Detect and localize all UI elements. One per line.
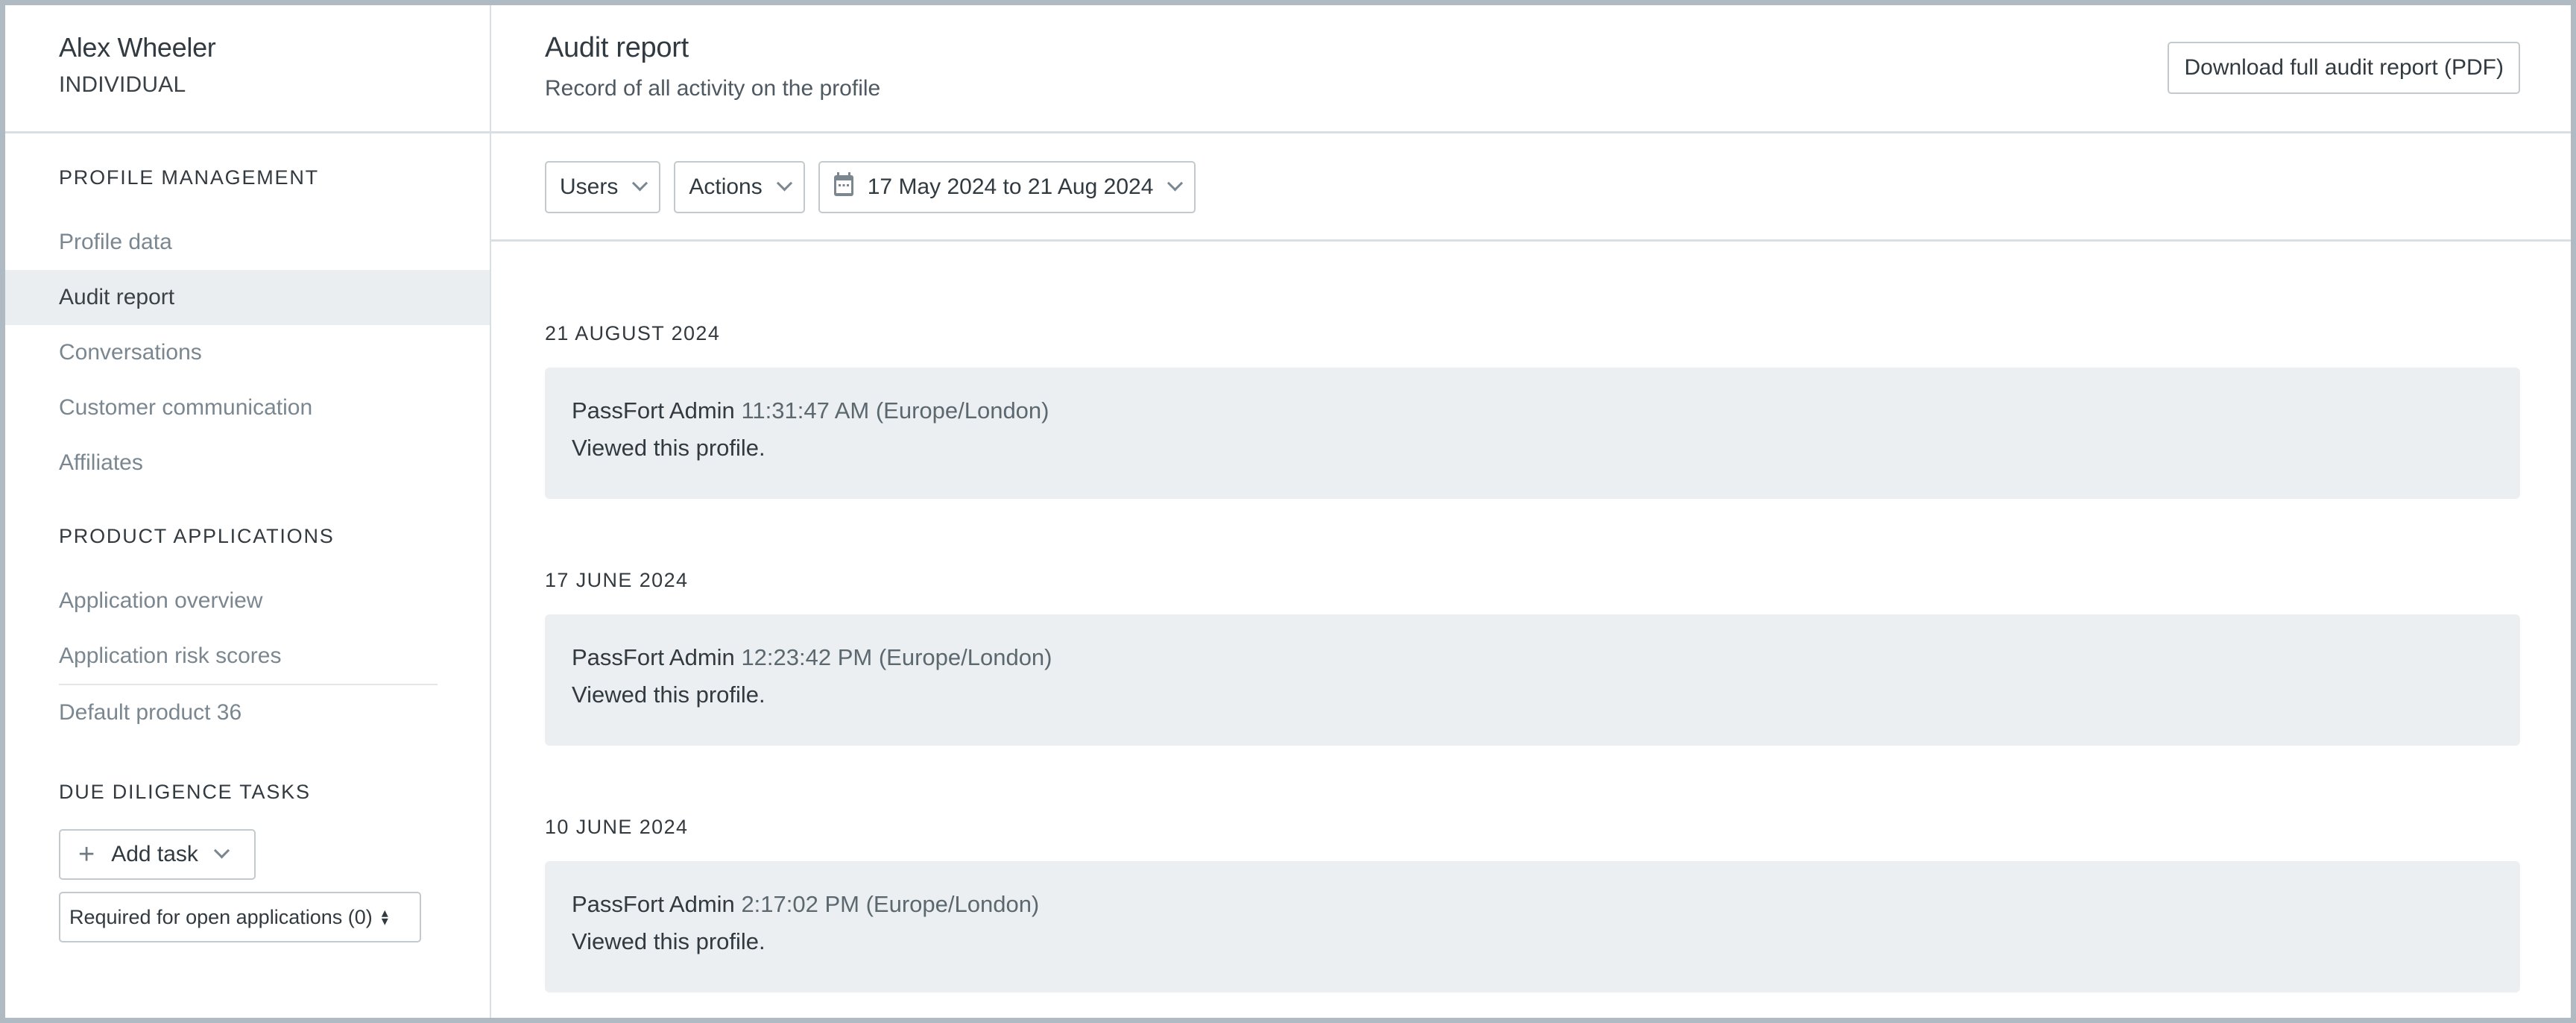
date-heading: 21 AUGUST 2024 <box>545 322 721 344</box>
download-pdf-button[interactable]: Download full audit report (PDF) <box>2168 42 2520 94</box>
sort-updown-icon: ▴ ▾ <box>381 905 388 928</box>
entry-user: PassFort Admin <box>572 891 735 917</box>
users-filter-label: Users <box>560 174 619 199</box>
section-title-due-diligence: DUE DILIGENCE TASKS <box>59 781 311 803</box>
audit-entries: 21 AUGUST 2024 PassFort Admin 11:31:47 A… <box>491 242 2571 992</box>
entry-action: Viewed this profile. <box>572 682 765 708</box>
sidebar-item-default-product[interactable]: Default product 36 <box>5 685 490 740</box>
entry-user: PassFort Admin <box>572 644 735 670</box>
entry-timestamp: 11:31:47 AM (Europe/London) <box>741 397 1049 424</box>
sidebar-item-profile-data[interactable]: Profile data <box>5 215 490 270</box>
audit-group: 17 JUNE 2024 PassFort Admin 12:23:42 PM … <box>545 569 2520 746</box>
entry-meta: PassFort Admin 2:17:02 PM (Europe/London… <box>572 891 2520 918</box>
sidebar-nav: PROFILE MANAGEMENT Profile data Audit re… <box>5 133 490 942</box>
chevron-down-icon <box>776 174 792 191</box>
sidebar-item-audit-report[interactable]: Audit report <box>5 270 490 325</box>
chevron-down-icon <box>632 174 648 191</box>
sidebar-item-application-risk-scores[interactable]: Application risk scores <box>5 629 490 684</box>
entry-meta: PassFort Admin 12:23:42 PM (Europe/Londo… <box>572 644 2520 671</box>
date-range-label: 17 May 2024 to 21 Aug 2024 <box>867 174 1154 199</box>
chevron-down-icon <box>1167 174 1184 191</box>
entry-timestamp: 12:23:42 PM (Europe/London) <box>741 644 1052 670</box>
date-heading: 17 JUNE 2024 <box>545 569 689 591</box>
entry-timestamp: 2:17:02 PM (Europe/London) <box>741 891 1040 917</box>
add-task-button[interactable]: + Add task <box>59 829 256 880</box>
audit-entry: PassFort Admin 11:31:47 AM (Europe/Londo… <box>545 368 2520 499</box>
entry-action: Viewed this profile. <box>572 435 765 461</box>
audit-entry: PassFort Admin 12:23:42 PM (Europe/Londo… <box>545 614 2520 746</box>
profile-name: Alex Wheeler <box>59 32 216 63</box>
actions-filter-label: Actions <box>689 174 763 199</box>
plus-icon: + <box>78 839 95 870</box>
sidebar-item-conversations[interactable]: Conversations <box>5 325 490 380</box>
sidebar-item-application-overview[interactable]: Application overview <box>5 573 490 629</box>
audit-group: 21 AUGUST 2024 PassFort Admin 11:31:47 A… <box>545 322 2520 499</box>
date-range-dropdown[interactable]: 17 May 2024 to 21 Aug 2024 <box>818 161 1196 213</box>
sidebar: Alex Wheeler INDIVIDUAL PROFILE MANAGEME… <box>5 5 491 1018</box>
page-header: Audit report Record of all activity on t… <box>491 5 2571 133</box>
profile-header: Alex Wheeler INDIVIDUAL <box>5 5 490 133</box>
section-title-product-applications: PRODUCT APPLICATIONS <box>59 525 335 547</box>
chevron-down-icon <box>213 842 230 858</box>
entry-meta: PassFort Admin 11:31:47 AM (Europe/Londo… <box>572 397 2520 424</box>
app-window: Alex Wheeler INDIVIDUAL PROFILE MANAGEME… <box>5 5 2571 1018</box>
entry-action: Viewed this profile. <box>572 928 765 954</box>
sidebar-item-customer-communication[interactable]: Customer communication <box>5 380 490 435</box>
audit-entry: PassFort Admin 2:17:02 PM (Europe/London… <box>545 861 2520 992</box>
entry-user: PassFort Admin <box>572 397 735 424</box>
add-task-label: Add task <box>111 842 198 866</box>
filter-bar: Users Actions 17 May 2024 to 21 Aug 2024 <box>491 133 2571 242</box>
profile-type: INDIVIDUAL <box>59 72 186 97</box>
users-filter-dropdown[interactable]: Users <box>545 161 661 213</box>
actions-filter-dropdown[interactable]: Actions <box>674 161 805 213</box>
task-filter-value: Required for open applications (0) <box>69 905 373 928</box>
date-heading: 10 JUNE 2024 <box>545 816 689 838</box>
section-title-profile-management: PROFILE MANAGEMENT <box>59 166 319 189</box>
calendar-icon <box>833 171 854 203</box>
sidebar-item-affiliates[interactable]: Affiliates <box>5 435 490 491</box>
audit-group: 10 JUNE 2024 PassFort Admin 2:17:02 PM (… <box>545 816 2520 992</box>
task-filter-select[interactable]: Required for open applications (0) ▴ ▾ <box>59 892 421 942</box>
main-content: Audit report Record of all activity on t… <box>491 5 2571 1018</box>
